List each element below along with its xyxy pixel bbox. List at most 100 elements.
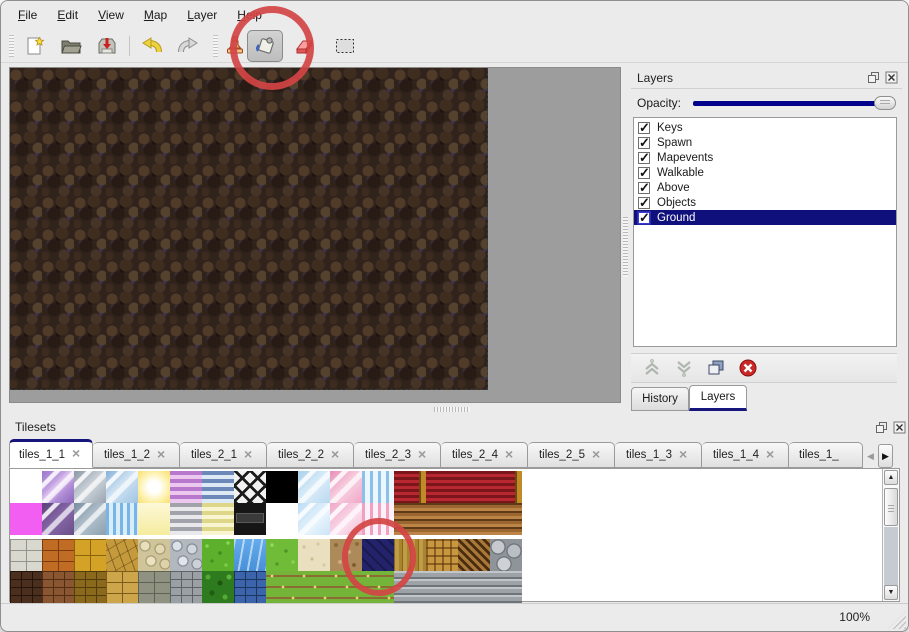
tile-swatch-wood-planks[interactable] xyxy=(458,503,490,535)
scroll-tabs-left-button[interactable]: ◀ xyxy=(863,444,878,468)
layer-visibility-checkbox[interactable] xyxy=(638,182,650,194)
layer-visibility-checkbox[interactable] xyxy=(638,212,650,224)
tileset-tab-tiles_1_1[interactable]: tiles_1_1 xyxy=(9,439,93,468)
layer-row-mapevents[interactable]: Mapevents xyxy=(634,150,896,165)
tile-swatch-glass-blue[interactable] xyxy=(106,471,138,503)
close-tab-icon[interactable] xyxy=(331,450,342,461)
tile-swatch-slab-gray[interactable] xyxy=(394,571,426,603)
tile-swatch-curtain[interactable] xyxy=(458,471,490,503)
tileset-tab-tiles_2_2[interactable]: tiles_2_2 xyxy=(267,442,354,468)
raise-layer-button[interactable] xyxy=(641,357,663,379)
tile-swatch-white[interactable] xyxy=(10,471,42,503)
close-tab-icon[interactable] xyxy=(244,450,255,461)
tile-swatch-curtain[interactable] xyxy=(426,471,458,503)
resize-grip[interactable] xyxy=(888,611,906,629)
rect-select-tool-button[interactable] xyxy=(331,33,359,59)
layer-row-walkable[interactable]: Walkable xyxy=(634,165,896,180)
tile-swatch-slab-gray[interactable] xyxy=(426,571,458,603)
tileset-tab-tiles_1_3[interactable]: tiles_1_3 xyxy=(615,442,702,468)
tile-swatch-field[interactable] xyxy=(330,571,362,603)
tile-swatch-stone-white[interactable] xyxy=(10,539,42,571)
navy-tile-swatch[interactable] xyxy=(362,539,394,571)
tile-swatch-glass-purple[interactable] xyxy=(42,471,74,503)
tile-swatch-stripes-yellow[interactable] xyxy=(202,503,234,535)
tile-swatch-dirt[interactable] xyxy=(330,539,362,571)
close-tab-icon[interactable] xyxy=(505,450,516,461)
tile-swatch-wood-planks[interactable] xyxy=(426,503,458,535)
tile-swatch-pebble-gray[interactable] xyxy=(170,539,202,571)
tileset-tab-tiles_2_5[interactable]: tiles_2_5 xyxy=(528,442,615,468)
menu-layer[interactable]: Layer xyxy=(178,5,226,25)
tile-swatch-wood-planks[interactable] xyxy=(394,503,426,535)
undo-button[interactable] xyxy=(137,33,165,59)
tile-swatch-curtain-edge[interactable] xyxy=(490,471,522,503)
tile-swatch-wood-vert[interactable] xyxy=(394,539,426,571)
layer-visibility-checkbox[interactable] xyxy=(638,197,650,209)
close-tab-icon[interactable] xyxy=(72,449,83,460)
splitter-grip[interactable] xyxy=(623,217,628,277)
tile-swatch-glass-gray[interactable] xyxy=(74,471,106,503)
opacity-slider-track[interactable] xyxy=(693,101,894,106)
menu-help[interactable]: Help xyxy=(228,5,271,25)
toolbar-grip[interactable] xyxy=(213,35,218,57)
tile-swatch-water-ripple[interactable] xyxy=(106,503,138,535)
tile-swatch-glass-pink[interactable] xyxy=(330,471,362,503)
tab-layers[interactable]: Layers xyxy=(689,385,747,411)
vertical-splitter[interactable] xyxy=(622,67,630,403)
stamp-tool-button[interactable] xyxy=(221,33,249,59)
menu-edit[interactable]: Edit xyxy=(48,5,87,25)
open-file-button[interactable] xyxy=(57,33,85,59)
layer-row-spawn[interactable]: Spawn xyxy=(634,135,896,150)
layer-visibility-checkbox[interactable] xyxy=(638,122,650,134)
tile-swatch-slab-gray[interactable] xyxy=(490,571,522,603)
float-panel-button[interactable] xyxy=(866,71,880,85)
layer-visibility-checkbox[interactable] xyxy=(638,137,650,149)
tile-swatch-wood-planks[interactable] xyxy=(490,503,522,535)
tile-swatch-slab-gray[interactable] xyxy=(458,571,490,603)
menu-map[interactable]: Map xyxy=(135,5,176,25)
tile-swatch-basket[interactable] xyxy=(426,539,458,571)
tile-swatch-hedge[interactable] xyxy=(202,571,234,603)
opacity-slider-handle[interactable] xyxy=(874,96,896,110)
tile-swatch-glass-darkpurple[interactable] xyxy=(42,503,74,535)
tile-swatch-curtain-edge[interactable] xyxy=(394,471,426,503)
layer-row-ground-selected[interactable]: Ground xyxy=(634,210,896,225)
menu-view[interactable]: View xyxy=(89,5,133,25)
tileset-tab-tiles_2_3[interactable]: tiles_2_3 xyxy=(354,442,441,468)
layer-visibility-checkbox[interactable] xyxy=(638,152,650,164)
tile-swatch-stone-cracked[interactable] xyxy=(106,539,138,571)
tile-swatch-herringbone[interactable] xyxy=(458,539,490,571)
redo-button[interactable] xyxy=(175,33,203,59)
tile-swatch-field[interactable] xyxy=(362,571,394,603)
splitter-grip[interactable] xyxy=(434,407,470,412)
tab-history[interactable]: History xyxy=(631,387,689,411)
close-tab-icon[interactable] xyxy=(157,450,168,461)
new-file-button[interactable] xyxy=(21,33,49,59)
tile-swatch-field[interactable] xyxy=(266,571,298,603)
tileset-tab-tiles_2_4[interactable]: tiles_2_4 xyxy=(441,442,528,468)
tile-swatch-stripes-pink[interactable] xyxy=(170,471,202,503)
layer-row-objects[interactable]: Objects xyxy=(634,195,896,210)
tile-swatch-white[interactable] xyxy=(266,503,298,535)
tile-swatch-stripes-gray[interactable] xyxy=(170,503,202,535)
tile-swatch-stone-olive[interactable] xyxy=(138,571,170,603)
tileset-tab-tiles_1_4[interactable]: tiles_1_4 xyxy=(702,442,789,468)
tile-swatch-stripes-blue[interactable] xyxy=(202,471,234,503)
save-file-button[interactable] xyxy=(93,33,121,59)
eraser-tool-button[interactable] xyxy=(291,33,319,59)
duplicate-layer-button[interactable] xyxy=(705,357,727,379)
tile-swatch-lattice[interactable] xyxy=(234,471,266,503)
tile-swatch-black[interactable] xyxy=(266,471,298,503)
float-panel-button[interactable] xyxy=(874,420,888,434)
opacity-slider[interactable] xyxy=(693,95,894,111)
tileset-tab-truncated[interactable]: tiles_1_ xyxy=(789,442,863,468)
close-tab-icon[interactable] xyxy=(766,450,777,461)
tile-swatch-pebble-beige[interactable] xyxy=(138,539,170,571)
layer-visibility-checkbox[interactable] xyxy=(638,167,650,179)
tile-swatch-stone-orange[interactable] xyxy=(42,539,74,571)
tileset-tab-tiles_2_1[interactable]: tiles_2_1 xyxy=(180,442,267,468)
fill-bucket-tool-button[interactable] xyxy=(247,30,283,62)
close-tab-icon[interactable] xyxy=(592,450,603,461)
tile-swatch-brick-brown[interactable] xyxy=(42,571,74,603)
scroll-up-button[interactable]: ▲ xyxy=(884,470,898,485)
